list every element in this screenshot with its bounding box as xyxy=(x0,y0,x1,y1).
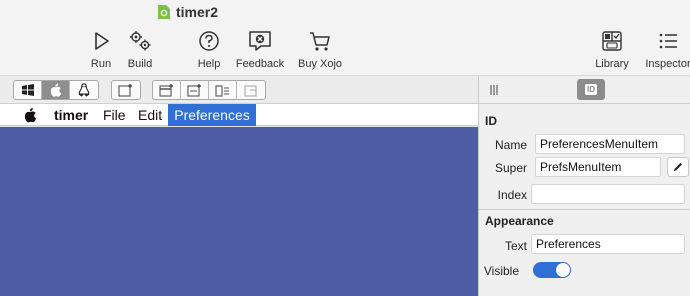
windows-icon xyxy=(21,84,34,96)
menu-editor: timer File Edit Preferences xyxy=(0,76,478,296)
add-separator-icon xyxy=(214,85,229,97)
apple-menu-icon xyxy=(24,107,37,123)
feedback-icon xyxy=(249,31,271,51)
add-separator-button[interactable] xyxy=(209,81,237,99)
platform-selector xyxy=(13,80,99,100)
inspector-tabs: ID xyxy=(479,76,690,104)
add-menu-item-icon xyxy=(158,84,173,97)
feedback-label: Feedback xyxy=(235,58,285,70)
move-item-icon xyxy=(244,85,257,97)
toggle-knob xyxy=(556,263,570,277)
library-button[interactable]: Library xyxy=(582,28,642,74)
editor-toolbar xyxy=(0,76,478,104)
menu-app-name[interactable]: timer xyxy=(54,104,88,126)
add-submenu-icon xyxy=(186,84,201,97)
edit-super-button[interactable] xyxy=(667,157,689,177)
columns-icon[interactable] xyxy=(487,82,501,98)
id-icon: ID xyxy=(585,84,597,95)
cart-icon xyxy=(310,32,330,51)
add-menu-icon xyxy=(118,84,132,97)
appearance-section-header: Appearance xyxy=(485,214,554,228)
add-menu-item-button[interactable] xyxy=(153,81,181,99)
help-icon xyxy=(199,31,219,51)
pencil-icon xyxy=(674,163,682,171)
super-label: Super xyxy=(494,161,527,175)
menu-file[interactable]: File xyxy=(103,104,126,126)
menu-edit[interactable]: Edit xyxy=(138,104,162,126)
text-field[interactable]: Preferences xyxy=(531,234,685,254)
library-label: Library xyxy=(595,58,629,70)
move-item-button[interactable] xyxy=(237,81,265,99)
apple-icon xyxy=(50,83,61,97)
text-label: Text xyxy=(504,239,527,253)
section-divider xyxy=(479,209,690,210)
super-field[interactable]: PrefsMenuItem xyxy=(535,157,661,177)
name-label: Name xyxy=(494,138,527,152)
feedback-button[interactable]: Feedback xyxy=(230,28,290,74)
inspector-panel: ID ID Name PreferencesMenuItem Super Pre… xyxy=(478,76,690,296)
library-icon xyxy=(602,31,622,51)
window-title: timer2 xyxy=(176,4,219,20)
build-button[interactable]: Build xyxy=(110,28,170,74)
build-label: Build xyxy=(127,58,153,70)
menu-item-tools xyxy=(152,80,266,100)
buy-xojo-button[interactable]: Buy Xojo xyxy=(290,28,350,74)
add-menu-button[interactable] xyxy=(112,81,140,99)
document-icon xyxy=(158,5,170,19)
inspector-icon xyxy=(659,33,677,49)
visible-label: Visible xyxy=(483,264,519,278)
menu-bar-preview: timer File Edit Preferences xyxy=(0,104,478,126)
inspector-button[interactable]: Inspector xyxy=(638,28,690,74)
window-toolbar: timer2 Run Build Help Feedback Buy Xojo … xyxy=(0,0,690,76)
buy-xojo-label: Buy Xojo xyxy=(297,58,343,70)
name-field[interactable]: PreferencesMenuItem xyxy=(535,134,685,154)
inspector-label: Inspector xyxy=(645,58,690,70)
linux-platform-button[interactable] xyxy=(70,81,98,99)
id-tab[interactable]: ID xyxy=(577,79,605,100)
menu-preferences-selected[interactable]: Preferences xyxy=(168,104,256,126)
apple-menu[interactable] xyxy=(24,104,40,126)
menu-editor-canvas xyxy=(0,127,478,296)
index-label: Index xyxy=(497,188,527,202)
windows-platform-button[interactable] xyxy=(14,81,42,99)
add-menu-group xyxy=(111,80,141,100)
id-section-header: ID xyxy=(485,114,497,128)
macos-platform-button[interactable] xyxy=(42,81,70,99)
add-submenu-button[interactable] xyxy=(181,81,209,99)
linux-icon xyxy=(78,83,90,97)
index-field[interactable] xyxy=(531,184,685,204)
build-icon xyxy=(130,31,151,51)
visible-toggle[interactable] xyxy=(533,262,571,278)
